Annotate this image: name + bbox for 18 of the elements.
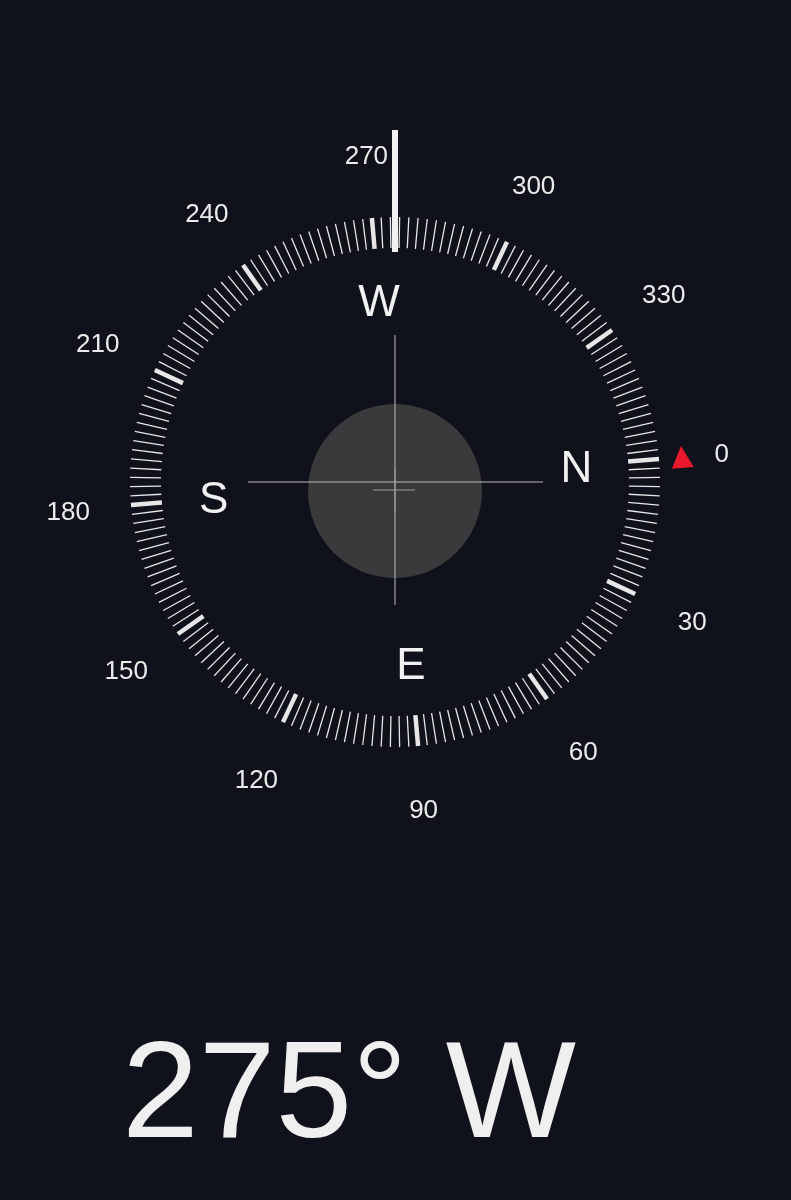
degree-label: 270: [344, 140, 389, 171]
degree-label: 240: [185, 198, 229, 229]
degree-label: 60: [568, 735, 598, 766]
degree-label: 210: [76, 328, 120, 359]
cardinal-label: S: [199, 473, 229, 523]
degree-label: 300: [511, 169, 556, 200]
cardinal-label: E: [396, 638, 426, 688]
degree-label: 150: [104, 655, 148, 686]
degree-label: 0: [714, 438, 729, 469]
degree-label: 330: [642, 278, 686, 309]
heading-reading: 275° W: [122, 1020, 577, 1158]
north-marker-icon: [671, 445, 694, 469]
degree-label: 90: [409, 793, 439, 824]
degree-label: 120: [234, 764, 279, 795]
cardinal-label: N: [560, 441, 593, 491]
cardinal-label: W: [358, 276, 400, 326]
degree-label: 180: [46, 495, 90, 526]
degree-label: 30: [677, 605, 707, 636]
